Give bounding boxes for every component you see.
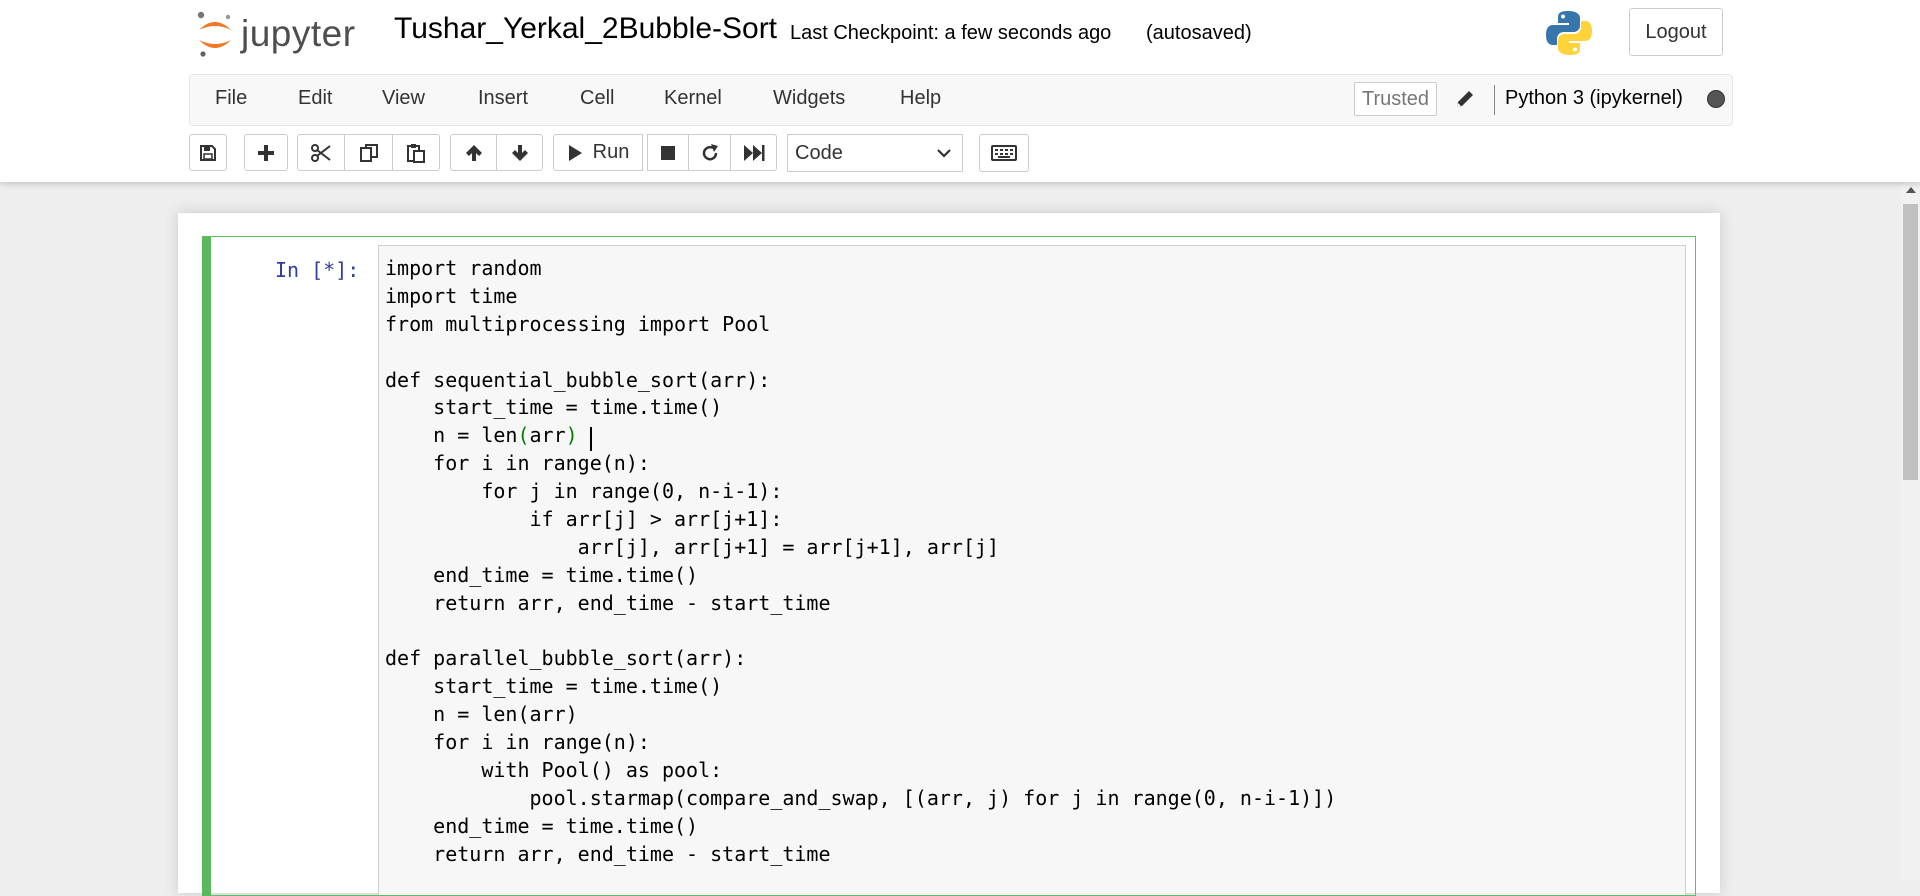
kernel-busy-indicator [1707, 90, 1725, 108]
plus-icon [258, 144, 274, 161]
logo-text: jupyter [241, 13, 356, 54]
trusted-indicator[interactable]: Trusted [1354, 82, 1437, 116]
menu-edit[interactable]: Edit [298, 87, 332, 110]
code-line: for j in range(0, n-i-1): [385, 479, 783, 504]
restart-button[interactable] [688, 134, 731, 171]
copy-icon [359, 143, 378, 162]
pencil-icon[interactable] [1454, 88, 1476, 110]
command-palette-button[interactable] [979, 134, 1029, 172]
text-cursor [590, 427, 592, 451]
menu-cell[interactable]: Cell [580, 87, 614, 110]
move-down-button[interactable] [496, 134, 543, 171]
run-button[interactable]: Run [553, 134, 643, 171]
code-line: end_time = time.time() [385, 562, 699, 587]
menu-insert[interactable]: Insert [478, 87, 528, 110]
code-line: for i in range(n): [385, 451, 650, 476]
stop-icon [661, 145, 675, 160]
code-line: n = len(arr) [385, 423, 578, 448]
code-line: return arr, end_time - start_time [385, 590, 831, 615]
arrow-up-icon [465, 144, 482, 161]
cell-type-select[interactable]: Code [787, 134, 963, 172]
code-line: return arr, end_time - start_time [385, 841, 831, 866]
paste-button[interactable] [392, 134, 440, 171]
code-line: from multiprocessing import Pool [385, 311, 771, 336]
save-button[interactable] [189, 134, 227, 171]
move-up-button[interactable] [450, 134, 497, 171]
python-logo-icon [1546, 11, 1592, 55]
restart-icon [702, 143, 718, 160]
autosave-status: (autosaved) [1146, 22, 1252, 44]
code-line: start_time = time.time() [385, 395, 723, 420]
code-line: for i in range(n): [385, 730, 650, 755]
menu-view[interactable]: View [382, 87, 425, 110]
cell-prompt: In [*]: [275, 258, 360, 282]
scroll-up-arrow-icon[interactable] [1906, 186, 1916, 194]
cell-edit-mode-bar [202, 236, 211, 896]
cut-button[interactable] [297, 134, 345, 171]
scrollbar-thumb[interactable] [1903, 204, 1918, 480]
fast-forward-icon [743, 144, 764, 161]
paste-icon [407, 143, 425, 163]
copy-button[interactable] [344, 134, 393, 171]
code-line: pool.starmap(compare_and_swap, [(arr, j)… [385, 785, 1337, 810]
menu-widgets[interactable]: Widgets [773, 87, 845, 110]
restart-run-all-button[interactable] [730, 134, 777, 171]
run-label: Run [592, 141, 630, 163]
arrow-down-icon [511, 144, 528, 161]
insert-cell-button[interactable] [244, 134, 288, 171]
code-content[interactable]: import random import time from multiproces… [385, 255, 1336, 869]
menu-help[interactable]: Help [900, 87, 941, 110]
code-line: def sequential_bubble_sort(arr): [385, 367, 771, 392]
kernel-name[interactable]: Python 3 (ipykernel) [1505, 87, 1683, 110]
code-line: start_time = time.time() [385, 674, 723, 699]
checkpoint-status: Last Checkpoint: a few seconds ago [790, 22, 1112, 44]
code-line: import random [385, 256, 542, 280]
code-line: n = len(arr) [385, 702, 578, 727]
run-icon [568, 144, 582, 161]
code-line: if arr[j] > arr[j+1]: [385, 507, 783, 532]
logout-button[interactable]: Logout [1629, 8, 1723, 56]
save-icon [200, 144, 216, 161]
menu-file[interactable]: File [215, 87, 247, 110]
code-line: def parallel_bubble_sort(arr): [385, 646, 747, 671]
menubar: File Edit View Insert Cell Kernel Widget… [189, 74, 1733, 126]
kernel-separator [1494, 85, 1495, 115]
jupyter-logo-icon [197, 11, 231, 57]
menu-kernel[interactable]: Kernel [664, 87, 722, 110]
notebook-name[interactable]: Tushar_Yerkal_2Bubble-Sort [394, 12, 777, 46]
keyboard-icon [991, 145, 1017, 161]
code-line: arr[j], arr[j+1] = arr[j+1], arr[j] [385, 534, 1000, 559]
code-line: end_time = time.time() [385, 813, 699, 838]
code-line: with Pool() as pool: [385, 758, 723, 783]
cut-icon [311, 143, 331, 162]
cell-type-value: Code [795, 141, 843, 164]
interrupt-button[interactable] [647, 134, 689, 171]
header: jupyter Tushar_Yerkal_2Bubble-Sort Last … [0, 0, 1920, 182]
chevron-down-icon [937, 149, 951, 158]
code-line: import time [385, 283, 518, 308]
jupyter-logo[interactable]: jupyter [195, 8, 356, 60]
